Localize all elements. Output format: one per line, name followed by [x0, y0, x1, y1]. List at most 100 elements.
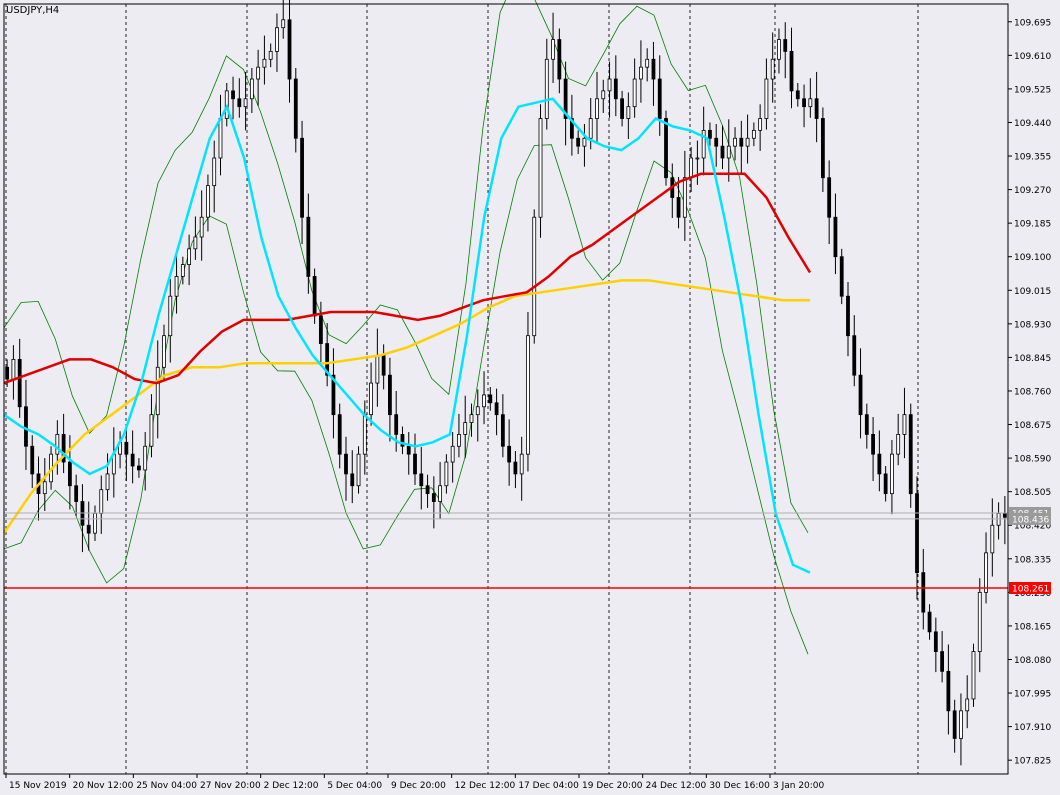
bear-candle-body — [952, 710, 957, 739]
bull-candle-body — [11, 358, 16, 380]
bear-candle-body — [500, 414, 505, 447]
bear-candle-body — [864, 414, 869, 435]
bear-candle-body — [237, 98, 242, 108]
bull-candle-body — [174, 276, 179, 297]
price-tick-label: 109.270 — [1014, 186, 1051, 196]
bull-candle-body — [143, 445, 148, 471]
bear-candle-body — [137, 465, 141, 471]
bull-candle-body — [626, 106, 631, 119]
price-tick-label: 109.355 — [1014, 153, 1051, 163]
chart-canvas[interactable]: 109.695 109.610 109.525 109.440 109.355 109.2… — [0, 0, 1060, 795]
price-lines — [4, 512, 1008, 589]
bull-candle-body — [438, 485, 443, 502]
bear-candle-body — [739, 137, 744, 147]
bear-candle-body — [858, 374, 863, 416]
bear-candle-body — [1002, 512, 1007, 518]
bull-candle-body — [770, 58, 775, 80]
bear-candle-body — [657, 78, 662, 119]
bear-candle-body — [130, 453, 135, 467]
price-tick-label: 109.185 — [1014, 220, 1051, 230]
bear-candle-body — [708, 129, 712, 139]
bull-candle-body — [475, 406, 480, 416]
bull-candle-body — [268, 50, 273, 60]
bear-candle-body — [933, 631, 938, 652]
bear-candle-body — [664, 118, 668, 179]
bear-candle-body — [651, 58, 656, 80]
bull-candle-body — [582, 137, 587, 147]
bull-candle-body — [538, 118, 543, 218]
bear-candle-body — [350, 473, 355, 487]
bear-candle-body — [620, 98, 624, 119]
bear-candle-body — [839, 256, 844, 297]
price-tick-label: 108.930 — [1014, 320, 1051, 330]
bear-candle-body — [795, 90, 800, 100]
bear-candle-body — [381, 355, 386, 376]
bear-candle-body — [802, 98, 806, 108]
bull-candle-body — [689, 157, 694, 179]
time-tick-label: 2 Dec 12:00 — [264, 781, 319, 791]
bear-candle-body — [124, 441, 129, 455]
bull-candle-body — [463, 422, 468, 435]
bull-candle-body — [890, 453, 894, 495]
bear-candle-body — [312, 276, 317, 317]
bull-candle-body — [99, 489, 104, 514]
price-tick-label: 109.440 — [1014, 119, 1051, 129]
bull-candle-body — [632, 78, 637, 108]
price-tick-label: 109.015 — [1014, 287, 1051, 297]
bull-candle-body — [168, 295, 173, 337]
ask-price-marker: 108.436 — [1012, 515, 1049, 525]
time-tick-label: 17 Dec 04:00 — [518, 781, 579, 791]
price-tick-label: 109.100 — [1014, 253, 1051, 263]
bull-candle-body — [469, 414, 474, 423]
bear-candle-body — [820, 118, 825, 179]
support-price-marker: 108.261 — [1012, 585, 1049, 595]
bear-candle-body — [24, 406, 28, 447]
bear-candle-body — [921, 572, 926, 613]
bear-candle-body — [5, 366, 10, 380]
bear-candle-body — [300, 137, 304, 218]
price-tick-label: 108.590 — [1014, 455, 1051, 465]
bull-candle-body — [808, 98, 813, 108]
bull-candle-body — [551, 39, 555, 60]
time-tick-label: 19 Dec 20:00 — [582, 781, 643, 791]
bull-candle-body — [199, 216, 204, 238]
bull-candle-body — [896, 434, 901, 455]
bear-candle-body — [67, 461, 72, 487]
time-tick-label: 3 Jan 20:00 — [773, 781, 825, 791]
bull-candle-body — [243, 98, 248, 108]
bear-candle-body — [507, 445, 512, 463]
bull-candle-body — [764, 78, 769, 119]
bull-candle-body — [149, 414, 154, 447]
bull-candle-body — [588, 118, 593, 139]
bull-candle-body — [977, 591, 982, 652]
bear-candle-body — [789, 50, 794, 92]
bear-candle-body — [494, 402, 499, 416]
bull-candle-body — [526, 335, 530, 455]
bull-candle-body — [701, 129, 706, 159]
symbol-timeframe-label: USDJPY,H4 — [6, 5, 59, 16]
price-tick-label: 108.675 — [1014, 421, 1051, 431]
time-tick-label: 5 Dec 04:00 — [327, 781, 382, 791]
bull-candle-body — [751, 129, 756, 139]
bull-candle-body — [965, 698, 970, 712]
bear-candle-body — [927, 611, 932, 633]
time-tick-label: 20 Nov 12:00 — [73, 781, 134, 791]
bear-candle-body — [557, 39, 562, 80]
bear-candle-body — [425, 485, 430, 495]
bull-candle-body — [356, 453, 361, 487]
bull-candle-body — [645, 58, 650, 68]
bull-candle-body — [180, 264, 185, 277]
bull-candle-body — [595, 98, 599, 119]
bear-candle-body — [852, 335, 857, 376]
bull-candle-body — [733, 137, 737, 147]
bull-candle-body — [369, 382, 373, 416]
bull-candle-body — [639, 66, 643, 80]
price-tick-label: 107.825 — [1014, 757, 1051, 767]
bear-candle-body — [406, 445, 411, 455]
price-tick-label: 108.760 — [1014, 387, 1051, 397]
bull-candle-body — [902, 414, 907, 435]
bull-candle-body — [218, 118, 223, 159]
time-axis: 15 Nov 2019 20 Nov 12:00 25 Nov 04:00 27 No… — [5, 774, 825, 791]
bull-candle-body — [607, 78, 612, 92]
bear-candle-body — [871, 434, 875, 455]
